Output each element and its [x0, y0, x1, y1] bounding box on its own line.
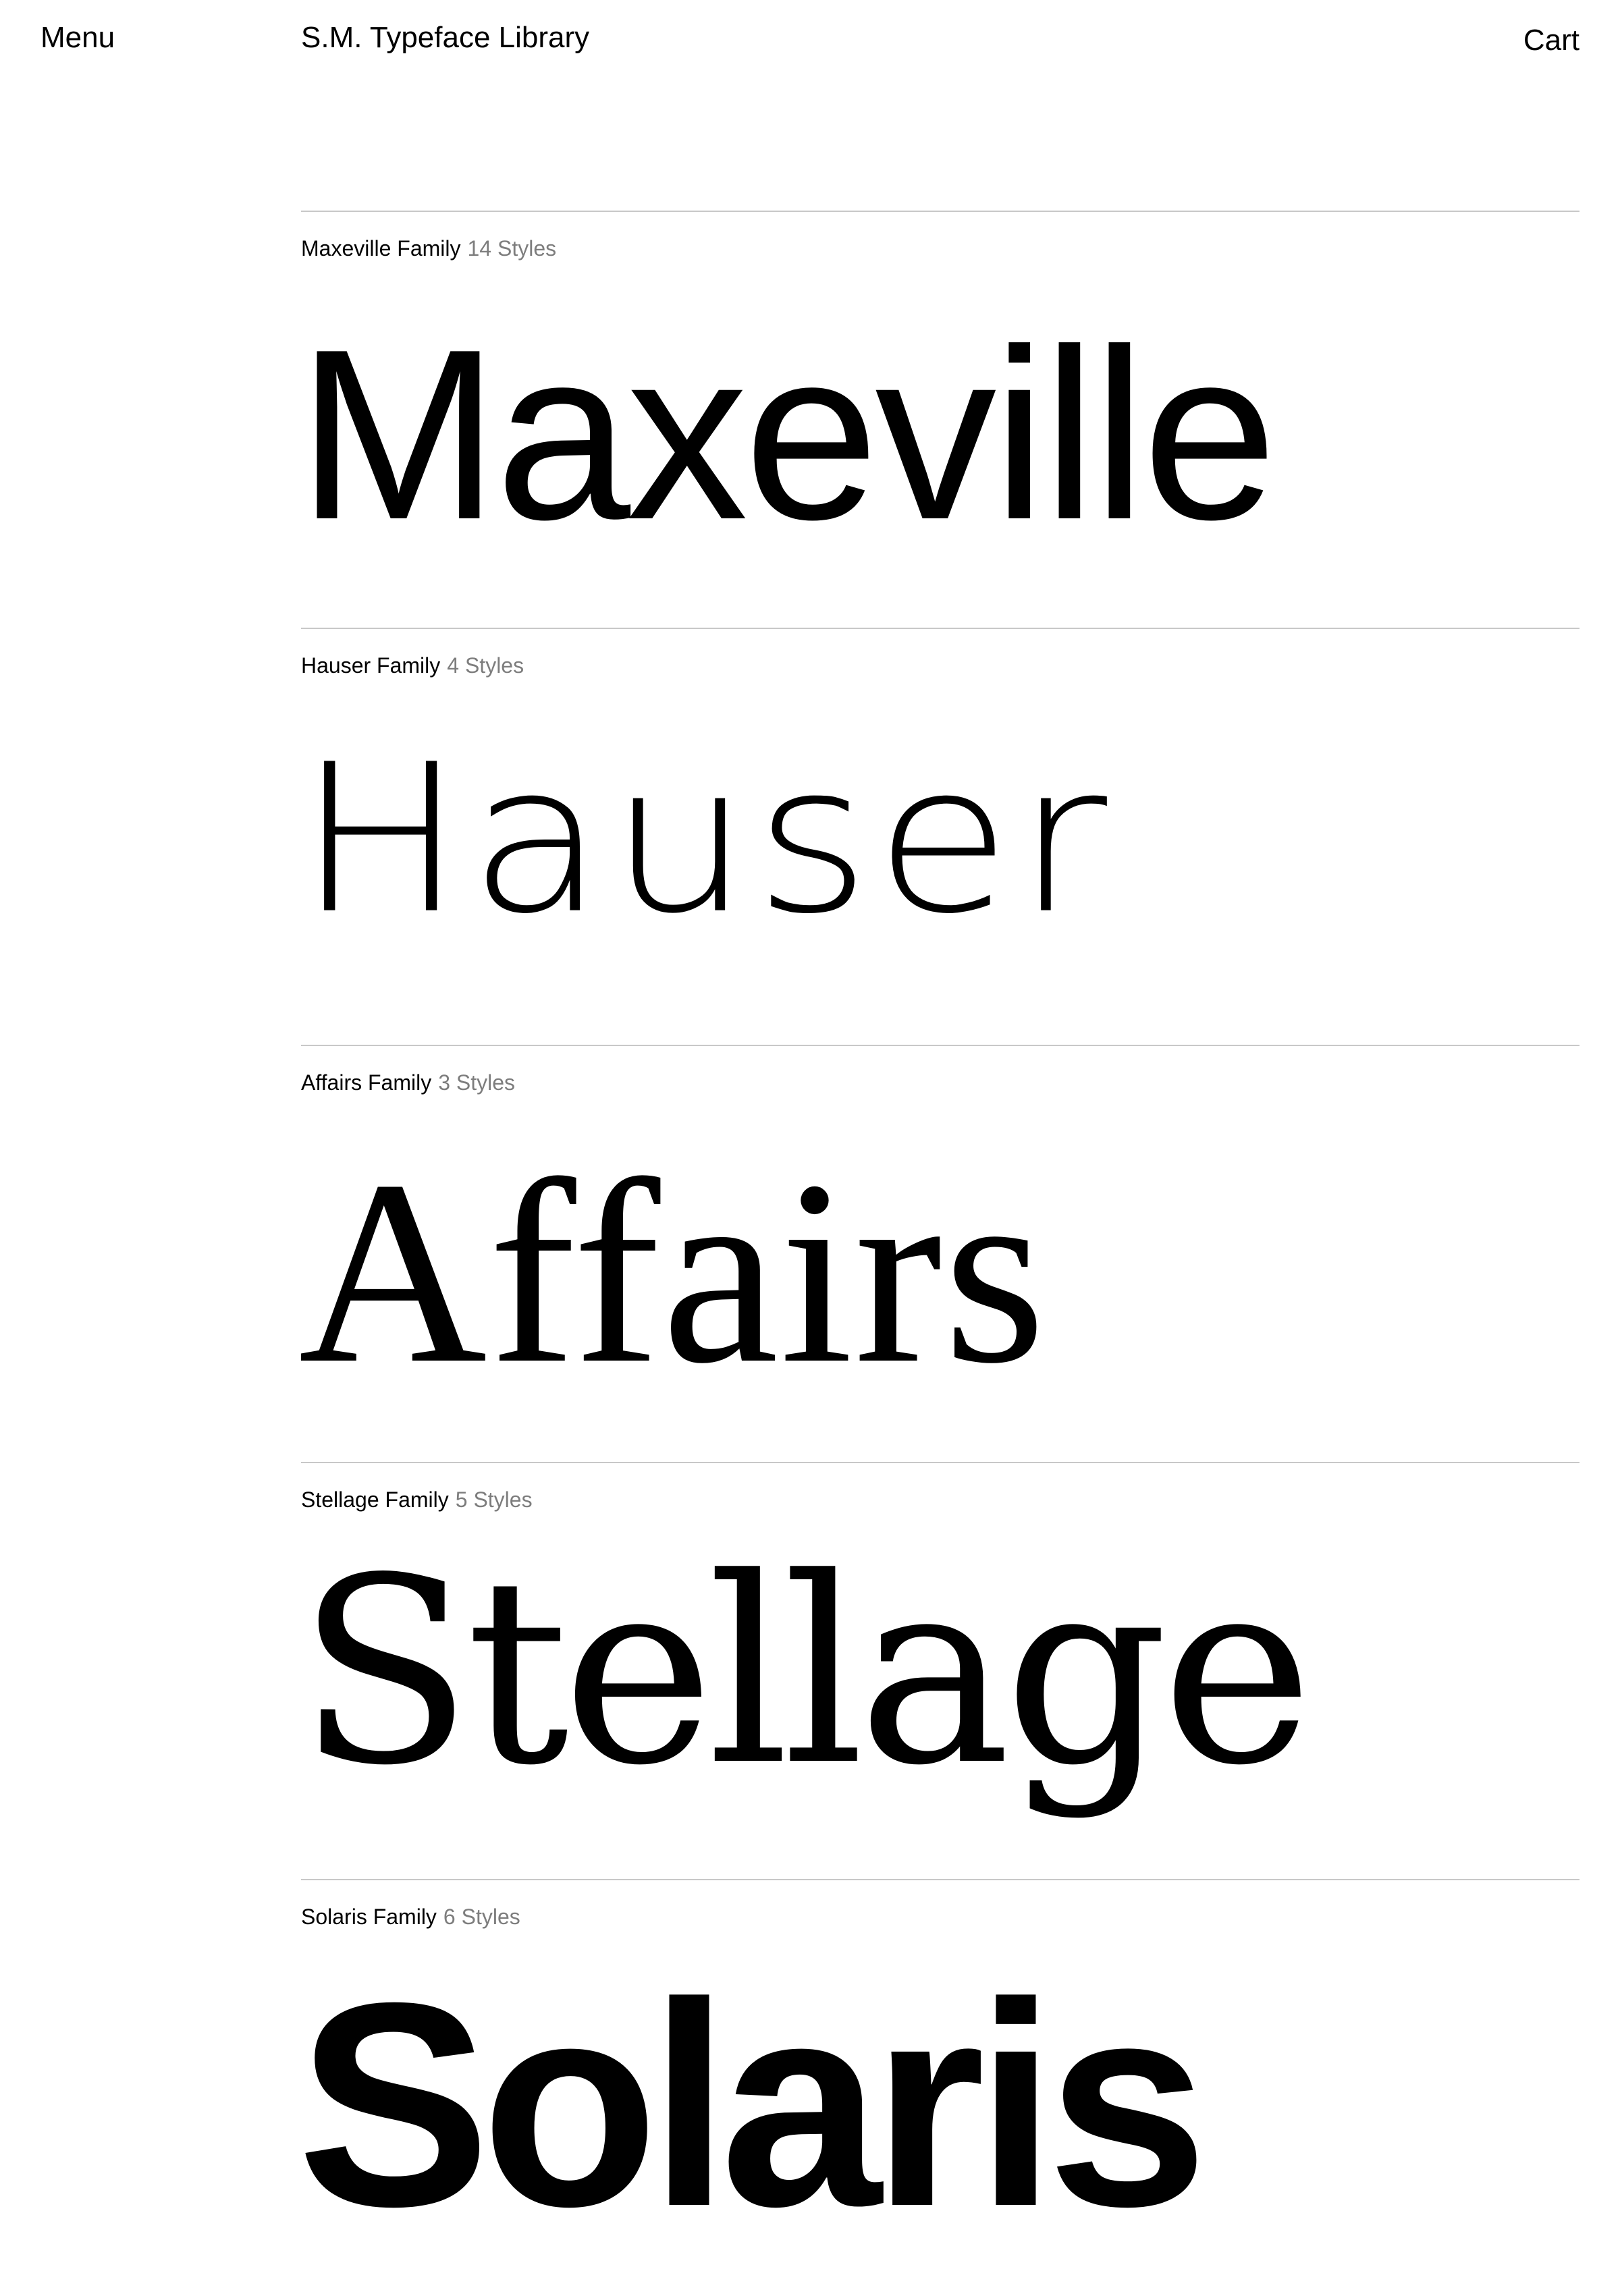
family-name: Affairs Family — [301, 1070, 432, 1095]
family-item-maxeville[interactable]: Maxeville Family 14 Styles Maxeville — [301, 211, 1580, 628]
specimen-affairs: Affairs — [301, 1126, 1048, 1418]
family-meta: Solaris Family 6 Styles — [301, 1903, 520, 1930]
family-style-count: 14 Styles — [467, 236, 557, 261]
top-bar: Menu S.M. Typeface Library Cart — [0, 0, 1620, 81]
site-title-link[interactable]: S.M. Typeface Library — [301, 19, 589, 57]
family-meta: Maxeville Family 14 Styles — [301, 235, 556, 262]
typeface-list: Maxeville Family 14 Styles Maxeville Haus… — [301, 211, 1580, 2296]
cart-button[interactable]: Cart — [1523, 22, 1580, 59]
family-meta: Affairs Family 3 Styles — [301, 1069, 515, 1096]
family-style-count: 5 Styles — [455, 1487, 533, 1512]
specimen-hauser: Hauser — [301, 720, 1112, 959]
family-style-count: 3 Styles — [438, 1070, 516, 1095]
family-item-solaris[interactable]: Solaris Family 6 Styles Solaris — [301, 1879, 1580, 2296]
family-item-affairs[interactable]: Affairs Family 3 Styles Affairs — [301, 1045, 1580, 1462]
specimen-stellage: Stellage — [301, 1523, 1314, 1822]
family-item-stellage[interactable]: Stellage Family 5 Styles Stellage — [301, 1462, 1580, 1879]
family-name: Stellage Family — [301, 1487, 449, 1512]
family-name: Hauser Family — [301, 653, 441, 678]
family-item-hauser[interactable]: Hauser Family 4 Styles Hauser — [301, 628, 1580, 1045]
family-name: Solaris Family — [301, 1905, 437, 1929]
specimen-maxeville: Maxeville — [301, 299, 1277, 570]
specimen-solaris: Solaris — [301, 1943, 1208, 2267]
menu-button[interactable]: Menu — [40, 19, 115, 57]
family-meta: Hauser Family 4 Styles — [301, 652, 524, 679]
family-style-count: 4 Styles — [447, 653, 524, 678]
family-meta: Stellage Family 5 Styles — [301, 1486, 533, 1513]
family-style-count: 6 Styles — [443, 1905, 520, 1929]
family-name: Maxeville Family — [301, 236, 461, 261]
